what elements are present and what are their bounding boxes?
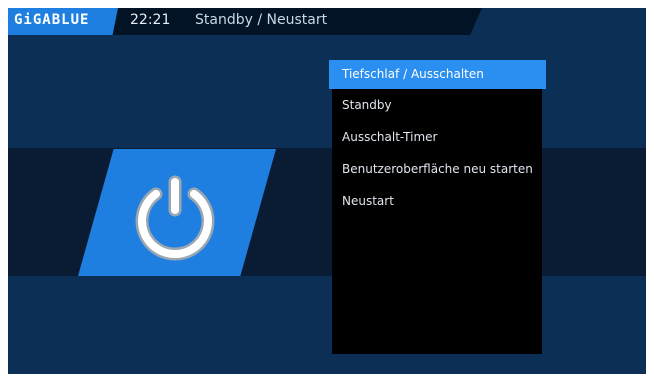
screen-title: Standby / Neustart	[195, 12, 328, 28]
tv-screen: GiGABLUE 22:21 Standby / Neustart Tiefsc…	[8, 8, 646, 374]
power-icon	[135, 175, 215, 261]
header-bar: GiGABLUE 22:21 Standby / Neustart	[8, 8, 482, 35]
menu-item-reboot[interactable]: Neustart	[332, 187, 542, 216]
menu-item-deep-standby[interactable]: Tiefschlaf / Ausschalten	[329, 60, 546, 89]
standby-menu: Tiefschlaf / Ausschalten Standby Ausscha…	[329, 60, 546, 354]
menu-item-standby[interactable]: Standby	[332, 91, 542, 120]
menu-item-restart-gui[interactable]: Benutzeroberfläche neu starten	[332, 155, 542, 184]
menu-item-shutdown-timer[interactable]: Ausschalt-Timer	[332, 123, 542, 152]
brand-logo: GiGABLUE	[8, 8, 118, 35]
clock: 22:21	[130, 12, 171, 28]
brand-logo-text: GiGABLUE	[14, 12, 90, 28]
